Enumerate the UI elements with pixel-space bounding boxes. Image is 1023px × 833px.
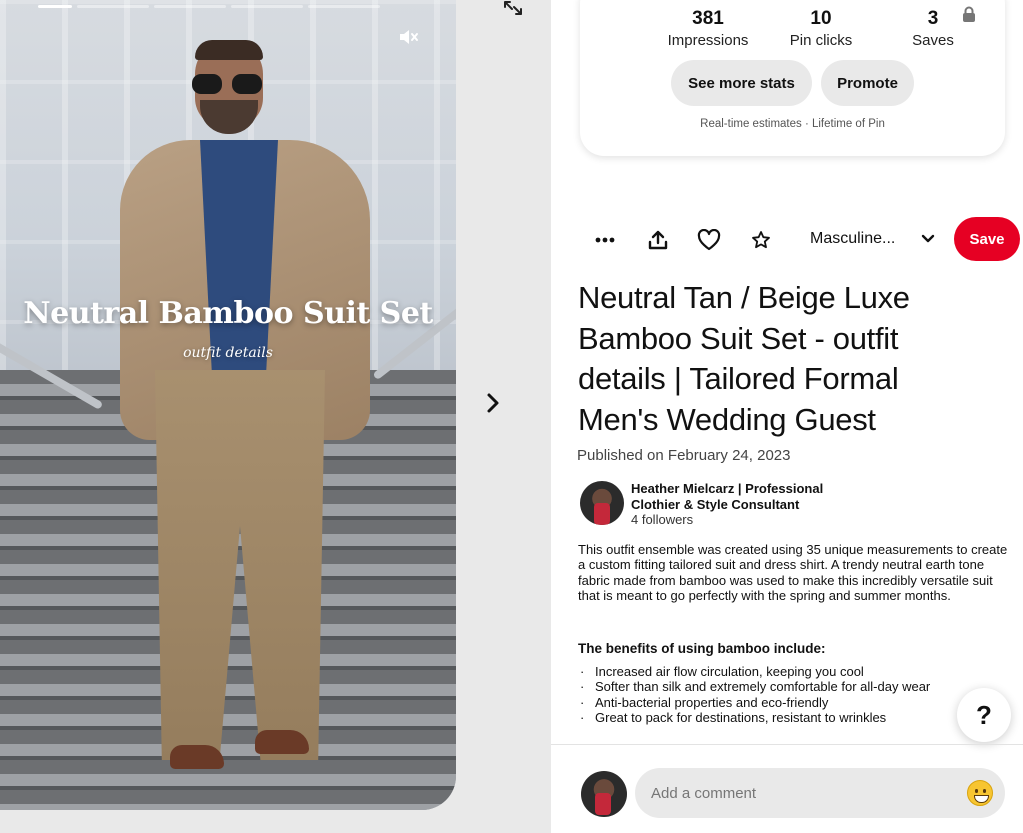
lock-icon — [962, 6, 976, 27]
benefits-list: Increased air flow circulation, keeping … — [580, 664, 1000, 725]
estimates-note: Real-time estimates · Lifetime of Pin — [700, 118, 885, 130]
impressions-label: Impressions — [667, 32, 749, 49]
pin-clicks-value: 10 — [810, 8, 832, 29]
story-subtitle: outfit details — [183, 345, 273, 361]
heart-icon[interactable] — [696, 227, 722, 253]
avatar — [581, 771, 627, 817]
save-button[interactable]: Save — [954, 217, 1020, 261]
stats-card: 381 Impressions 10 Pin clicks 3 Saves Se… — [580, 0, 1005, 156]
chevron-down-icon[interactable] — [920, 229, 936, 254]
list-item: Softer than silk and extremely comfortab… — [580, 679, 1000, 695]
comment-input[interactable] — [651, 768, 951, 818]
emoji-icon[interactable] — [967, 780, 993, 806]
story-progress-bar — [38, 5, 380, 8]
help-button[interactable]: ? — [957, 688, 1011, 742]
stat-pin-clicks: 10 Pin clicks — [761, 8, 881, 49]
list-item: Increased air flow circulation, keeping … — [580, 664, 1000, 680]
list-item: Great to pack for destinations, resistan… — [580, 710, 1000, 726]
divider — [551, 744, 1023, 745]
pin-description: This outfit ensemble was created using 3… — [578, 542, 1008, 603]
saves-label: Saves — [912, 32, 954, 49]
pin-details-panel: 381 Impressions 10 Pin clicks 3 Saves Se… — [551, 0, 1023, 833]
story-photo-subject — [100, 40, 390, 800]
share-icon[interactable] — [645, 227, 671, 253]
pin-title: Neutral Tan / Beige Luxe Bamboo Suit Set… — [578, 280, 910, 437]
benefits-heading: The benefits of using bamboo include: — [578, 641, 826, 656]
board-selector[interactable]: Masculine... — [810, 230, 895, 248]
stat-impressions: 381 Impressions — [648, 8, 768, 49]
creator-avatar[interactable] — [580, 481, 624, 525]
impressions-value: 381 — [692, 8, 724, 29]
story-media[interactable]: Neutral Bamboo Suit Set outfit details — [0, 0, 456, 810]
comment-box — [635, 768, 1005, 818]
published-date: Published on February 24, 2023 — [577, 447, 791, 464]
expand-icon[interactable] — [502, 0, 524, 21]
pin-clicks-label: Pin clicks — [789, 32, 853, 49]
creator-name[interactable]: Heather Mielcarz | Professional Clothier… — [631, 481, 871, 512]
promote-button[interactable]: Promote — [821, 60, 914, 106]
chevron-right-icon[interactable] — [481, 388, 505, 418]
list-item: Anti-bacterial properties and eco-friend… — [580, 695, 1000, 711]
creator-followers: 4 followers — [631, 512, 694, 527]
more-icon[interactable] — [592, 227, 618, 253]
see-more-stats-button[interactable]: See more stats — [671, 60, 812, 106]
star-icon[interactable] — [748, 227, 774, 253]
story-title: Neutral Bamboo Suit Set — [23, 296, 433, 331]
mute-icon[interactable] — [398, 28, 420, 51]
